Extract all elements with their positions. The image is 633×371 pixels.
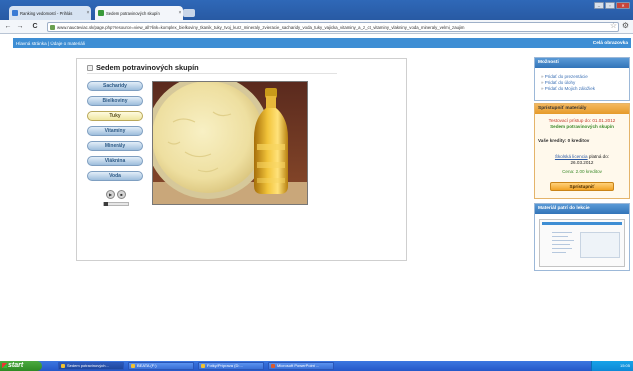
lesson-thumbnail[interactable] — [539, 219, 625, 267]
start-button[interactable]: start — [0, 361, 42, 371]
forward-button[interactable]: → — [15, 22, 25, 32]
lesson-box: Materiál patrí do lekcie — [534, 203, 630, 271]
new-tab-button[interactable] — [183, 9, 195, 17]
tab-sedem-potravinovych[interactable]: Sedem potravinových skupín × — [95, 6, 183, 20]
lesson-title-text: Sedem potravinových skupín — [96, 63, 199, 72]
start-label: start — [8, 362, 24, 369]
lesson-photo — [152, 81, 308, 205]
school-license-link[interactable]: Školská licencia — [555, 154, 588, 159]
site-header: Hlavná stránka | Údaje o materiáli Celá … — [13, 38, 631, 48]
bookmark-star-icon[interactable]: ☆ — [610, 21, 617, 30]
url-text: www.naucteviac.sk/page.php?resource=view… — [57, 24, 465, 30]
tab-label: Ranking vedomostí - Prihlás — [20, 10, 73, 16]
play-icon[interactable]: ▶ — [106, 189, 115, 199]
category-bielkoviny[interactable]: Bielkoviny — [87, 96, 143, 106]
lesson-panel: Sedem potravinových skupín Sacharidy Bie… — [76, 58, 407, 261]
thumbnail-line — [552, 232, 572, 233]
thumbnail-panel — [580, 232, 620, 258]
thumbnail-line — [552, 248, 572, 249]
breadcrumb-separator: | — [47, 40, 50, 46]
close-window-button[interactable]: ✕ — [616, 2, 630, 9]
price-text: Cena: 2.00 kreditov — [562, 169, 602, 174]
license-info: Školská licencia platná do: — [535, 154, 629, 159]
site-icon — [50, 24, 55, 30]
close-tab-icon[interactable]: × — [85, 10, 91, 16]
folder-icon — [131, 364, 135, 368]
browser-toolbar: ← → C www.naucteviac.sk/page.php?resourc… — [0, 20, 633, 34]
taskbar-item-beata[interactable]: BEATA (F:) — [128, 362, 194, 370]
maximize-button[interactable]: ▫ — [605, 2, 615, 9]
back-button[interactable]: ← — [3, 22, 13, 32]
tab-favicon-icon — [12, 10, 18, 16]
reload-button[interactable]: C — [30, 22, 40, 32]
powerpoint-icon — [271, 364, 275, 368]
thumbnail-line — [552, 252, 566, 253]
browser-tabstrip: Ranking vedomostí - Prihlás × Sedem potr… — [0, 0, 633, 20]
fullscreen-link[interactable]: Celá obrazovka — [593, 41, 628, 46]
settings-wrench-icon[interactable]: ⚙ — [622, 21, 629, 30]
breadcrumb-material[interactable]: Údaje o materiáli — [50, 41, 84, 46]
license-valid-label: platná do: — [588, 154, 610, 159]
taskbar-item-label: Fotky/Príprava (D:... — [207, 363, 243, 368]
options-box: Možnosti Pridať do prezentácie Pridať do… — [534, 57, 630, 101]
lesson-icon — [87, 64, 93, 71]
taskbar-item-browser[interactable]: Sedem potravinových... — [58, 362, 124, 370]
test-access-text: Testovací prístup do: 01.01.2012 — [548, 118, 616, 123]
taskbar: start Sedem potravinových... BEATA (F:) … — [0, 361, 633, 371]
unlock-button[interactable]: Sprístupniť — [550, 182, 614, 191]
credits-text: Vaše kredity: 0 kreditov — [538, 138, 590, 143]
breadcrumb-home[interactable]: Hlavná stránka — [16, 41, 47, 46]
windows-logo-icon — [2, 363, 7, 368]
address-bar[interactable]: www.naucteviac.sk/page.php?resource=view… — [47, 22, 619, 32]
media-controls: ▶ ■ — [101, 187, 131, 201]
taskbar-item-powerpoint[interactable]: Microsoft PowerPoint ... — [268, 362, 334, 370]
taskbar-item-label: Sedem potravinových... — [67, 363, 109, 368]
thumbnail-header — [542, 222, 622, 225]
material-name: Sedem potravinových skupín — [550, 124, 614, 129]
category-tuky[interactable]: Tuky — [87, 111, 143, 121]
category-voda[interactable]: Voda — [87, 171, 143, 181]
tab-ranking[interactable]: Ranking vedomostí - Prihlás × — [9, 6, 91, 20]
taskbar-item-fotky[interactable]: Fotky/Príprava (D:... — [198, 362, 264, 370]
tab-label: Sedem potravinových skupín — [106, 10, 160, 16]
divider — [87, 73, 337, 74]
access-box: Sprístupniť materiály Testovací prístup … — [534, 103, 630, 199]
pause-icon[interactable]: ■ — [117, 189, 126, 199]
access-header: Sprístupniť materiály — [535, 104, 629, 114]
taskbar-app-icon — [61, 364, 65, 368]
clock[interactable]: 15:05 — [620, 363, 630, 368]
tab-favicon-icon — [98, 10, 104, 16]
category-mineraly[interactable]: Minerály — [87, 141, 143, 151]
media-progress-slider[interactable] — [103, 202, 129, 206]
taskbar-item-label: BEATA (F:) — [137, 363, 157, 368]
window-controls: – ▫ ✕ — [594, 2, 630, 9]
category-vlaknina[interactable]: Vláknina — [87, 156, 143, 166]
butter-and-oil-image — [153, 82, 307, 204]
folder-icon — [201, 364, 205, 368]
options-list: Pridať do prezentácie Pridať do úlohy Pr… — [535, 68, 629, 92]
lesson-title: Sedem potravinových skupín — [87, 63, 199, 72]
thumbnail-line — [552, 236, 568, 237]
lesson-box-header: Materiál patrí do lekcie — [535, 204, 629, 214]
category-vitaminy[interactable]: Vitamíny — [87, 126, 143, 136]
thumbnail-line — [552, 240, 574, 241]
breadcrumb: Hlavná stránka | Údaje o materiáli — [16, 41, 85, 46]
minimize-button[interactable]: – — [594, 2, 604, 9]
add-to-bookmarks-link[interactable]: Pridať do Mojich záložiek — [541, 86, 629, 92]
license-date: 26.03.2012 — [570, 160, 594, 165]
slider-handle[interactable] — [104, 202, 108, 206]
options-header: Možnosti — [535, 58, 629, 68]
taskbar-item-label: Microsoft PowerPoint ... — [277, 363, 320, 368]
thumbnail-line — [552, 244, 570, 245]
system-tray: 15:05 — [591, 361, 633, 371]
category-sacharidy[interactable]: Sacharidy — [87, 81, 143, 91]
